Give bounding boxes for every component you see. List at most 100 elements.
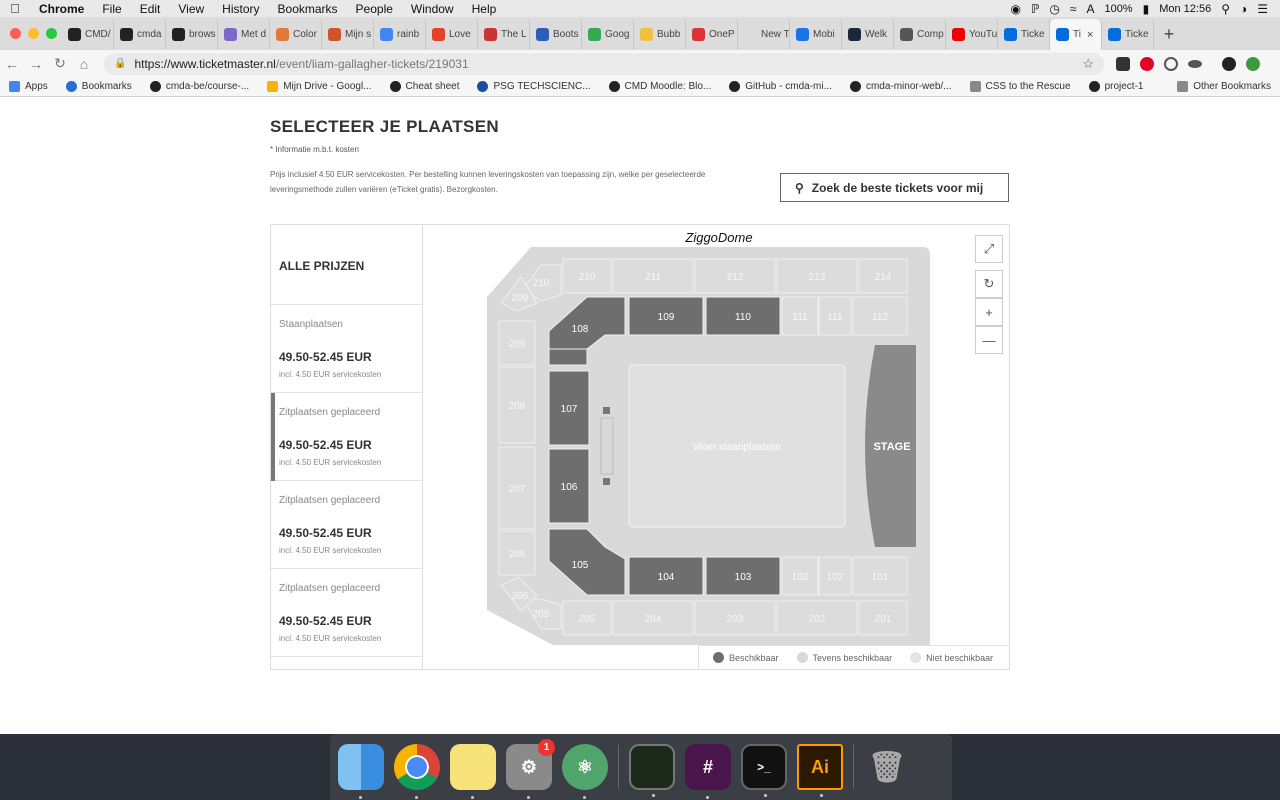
menu-history[interactable]: History (213, 2, 268, 16)
extension-icon[interactable] (1164, 56, 1178, 71)
bookmark-item[interactable]: GitHub - cmda-mi... (720, 81, 841, 92)
slack-icon[interactable]: # (685, 744, 731, 799)
menu-file[interactable]: File (93, 2, 130, 16)
menu-edit[interactable]: Edit (131, 2, 170, 16)
illustrator-icon[interactable]: Ai (797, 744, 843, 797)
creative-cloud-icon[interactable]: ◉ (1010, 2, 1020, 16)
home-button[interactable]: ⌂ (72, 56, 96, 72)
siri-icon[interactable]: ◑ (1240, 2, 1247, 16)
legend-unavailable: Niet beschikbaar (910, 652, 993, 663)
terminal-icon[interactable]: >_ (741, 744, 787, 797)
wifi-icon[interactable]: ≈ (1070, 2, 1077, 16)
apple-icon[interactable]:  (0, 1, 30, 16)
bookmark-star-icon[interactable]: ☆ (1082, 56, 1094, 72)
bookmark-item[interactable]: Cheat sheet (381, 81, 469, 92)
browser-tab[interactable]: rainb (374, 19, 426, 50)
browser-tab[interactable]: OneP (686, 19, 738, 50)
bookmark-item[interactable]: PSG TECHSCIENC... (468, 81, 599, 92)
bookmark-bookmarks[interactable]: Bookmarks (57, 81, 141, 92)
google-drive-icon (267, 81, 279, 92)
browser-tab[interactable]: YouTu (946, 19, 998, 50)
browser-tab[interactable]: Mobi (790, 19, 842, 50)
zoom-window-button[interactable] (46, 28, 57, 39)
fullscreen-icon[interactable]: ⤢ (975, 235, 1003, 263)
bookmark-item[interactable]: CMD Moodle: Blo... (600, 81, 721, 92)
menu-view[interactable]: View (169, 2, 213, 16)
menu-bookmarks[interactable]: Bookmarks (269, 2, 347, 16)
section-label: 102 (827, 572, 844, 583)
time-machine-icon[interactable]: ◷ (1049, 2, 1059, 16)
close-tab-icon[interactable]: × (1087, 29, 1093, 41)
browser-tab[interactable]: Love (426, 19, 478, 50)
lock-icon[interactable]: 🔒 (114, 58, 126, 69)
bookmark-apps[interactable]: Apps (0, 81, 57, 92)
bookmark-item[interactable]: cmda-minor-web/... (841, 81, 961, 92)
browser-tab[interactable]: The L (478, 19, 530, 50)
zoom-out-button[interactable]: — (975, 326, 1003, 354)
battery-icon[interactable]: ▮ (1143, 2, 1150, 16)
bookmark-item[interactable]: project-1 (1080, 81, 1153, 92)
zoom-in-button[interactable]: + (975, 298, 1003, 326)
browser-tab[interactable]: Ticke (1102, 19, 1154, 50)
notification-center-icon[interactable]: ☰ (1257, 2, 1268, 16)
browser-tab[interactable]: New Tab (738, 19, 790, 50)
menu-clock[interactable]: Mon 12:56 (1159, 3, 1211, 15)
update-icon[interactable] (1246, 56, 1260, 71)
bluetooth-icon[interactable]: ℙ (1031, 2, 1039, 16)
seat-map-svg[interactable]: ZiggoDome Vloer staanplaatsen STAGE 210 2… (423, 225, 1009, 669)
profile-avatar[interactable] (1222, 56, 1236, 71)
price-option[interactable]: Staanplaatsen 49.50-52.45 EUR incl. 4.50… (271, 305, 422, 393)
spotlight-icon[interactable]: ⚲ (1221, 2, 1230, 16)
atom-icon[interactable]: ⚛ (562, 744, 608, 799)
menu-people[interactable]: People (347, 2, 402, 16)
input-source-icon[interactable]: A (1086, 2, 1094, 16)
eye-icon[interactable] (1188, 59, 1202, 68)
browser-tab[interactable]: Boots (530, 19, 582, 50)
back-button[interactable]: ← (0, 56, 24, 72)
bookmark-folder[interactable]: CSS to the Rescue (961, 81, 1080, 92)
tab-active[interactable]: Ti × (1050, 19, 1102, 50)
reload-button[interactable]: ↻ (48, 55, 72, 72)
browser-tab[interactable]: Color (270, 19, 322, 50)
pinterest-icon[interactable] (1140, 56, 1154, 71)
browser-tab[interactable]: Welk (842, 19, 894, 50)
bookmark-item[interactable]: Mijn Drive - Googl... (258, 81, 380, 92)
chrome-icon[interactable] (394, 744, 440, 799)
extension-icon[interactable] (1116, 56, 1130, 71)
reset-icon[interactable]: ↻ (975, 270, 1003, 298)
forward-button[interactable]: → (24, 56, 48, 72)
activity-monitor-icon[interactable] (629, 744, 675, 797)
service-fee: incl. 4.50 EUR servicekosten (279, 634, 382, 643)
price-option[interactable]: Zitplaatsen geplaceerd 49.50-52.45 EUR i… (271, 481, 422, 569)
trash-icon[interactable]: 🗑 (864, 744, 910, 790)
browser-tab[interactable]: Ticke (998, 19, 1050, 50)
notes-icon[interactable] (450, 744, 496, 799)
browser-tab[interactable]: Met d (218, 19, 270, 50)
new-tab-button[interactable]: + (1154, 19, 1184, 50)
close-window-button[interactable] (10, 28, 21, 39)
find-best-tickets-button[interactable]: ⚲ Zoek de beste tickets voor mij (780, 173, 1009, 202)
bookmark-item[interactable]: cmda-be/course-... (141, 81, 258, 92)
system-preferences-icon[interactable]: ⚙ 1 (506, 739, 555, 799)
finder-icon[interactable] (338, 744, 384, 799)
browser-tab[interactable]: Mijn s (322, 19, 374, 50)
browser-tab[interactable]: Comp (894, 19, 946, 50)
all-prices-heading[interactable]: ALLE PRIJZEN (271, 225, 422, 305)
menu-help[interactable]: Help (463, 2, 506, 16)
price-option[interactable]: Zitplaatsen geplaceerd 49.50-52.45 EUR i… (271, 569, 422, 657)
browser-tab[interactable]: brows (166, 19, 218, 50)
address-bar[interactable]: 🔒 https://www.ticketmaster.nl/event/liam… (104, 52, 1104, 75)
battery-percent[interactable]: 100% (1104, 3, 1132, 15)
price-option-selected[interactable]: Zitplaatsen geplaceerd 49.50-52.45 EUR i… (271, 393, 422, 481)
browser-tab[interactable]: CMD/ (62, 19, 114, 50)
other-bookmarks[interactable]: Other Bookmarks (1168, 81, 1280, 92)
browser-tab[interactable]: cmda (114, 19, 166, 50)
browser-tab[interactable]: Bubb (634, 19, 686, 50)
section-108-lower[interactable] (548, 348, 588, 366)
menu-window[interactable]: Window (402, 2, 463, 16)
cost-info-link[interactable]: * Informatie m.b.t. kosten (270, 145, 359, 154)
extensions (1116, 56, 1260, 71)
minimize-window-button[interactable] (28, 28, 39, 39)
menu-app-name[interactable]: Chrome (30, 2, 93, 16)
browser-tab[interactable]: Goog (582, 19, 634, 50)
